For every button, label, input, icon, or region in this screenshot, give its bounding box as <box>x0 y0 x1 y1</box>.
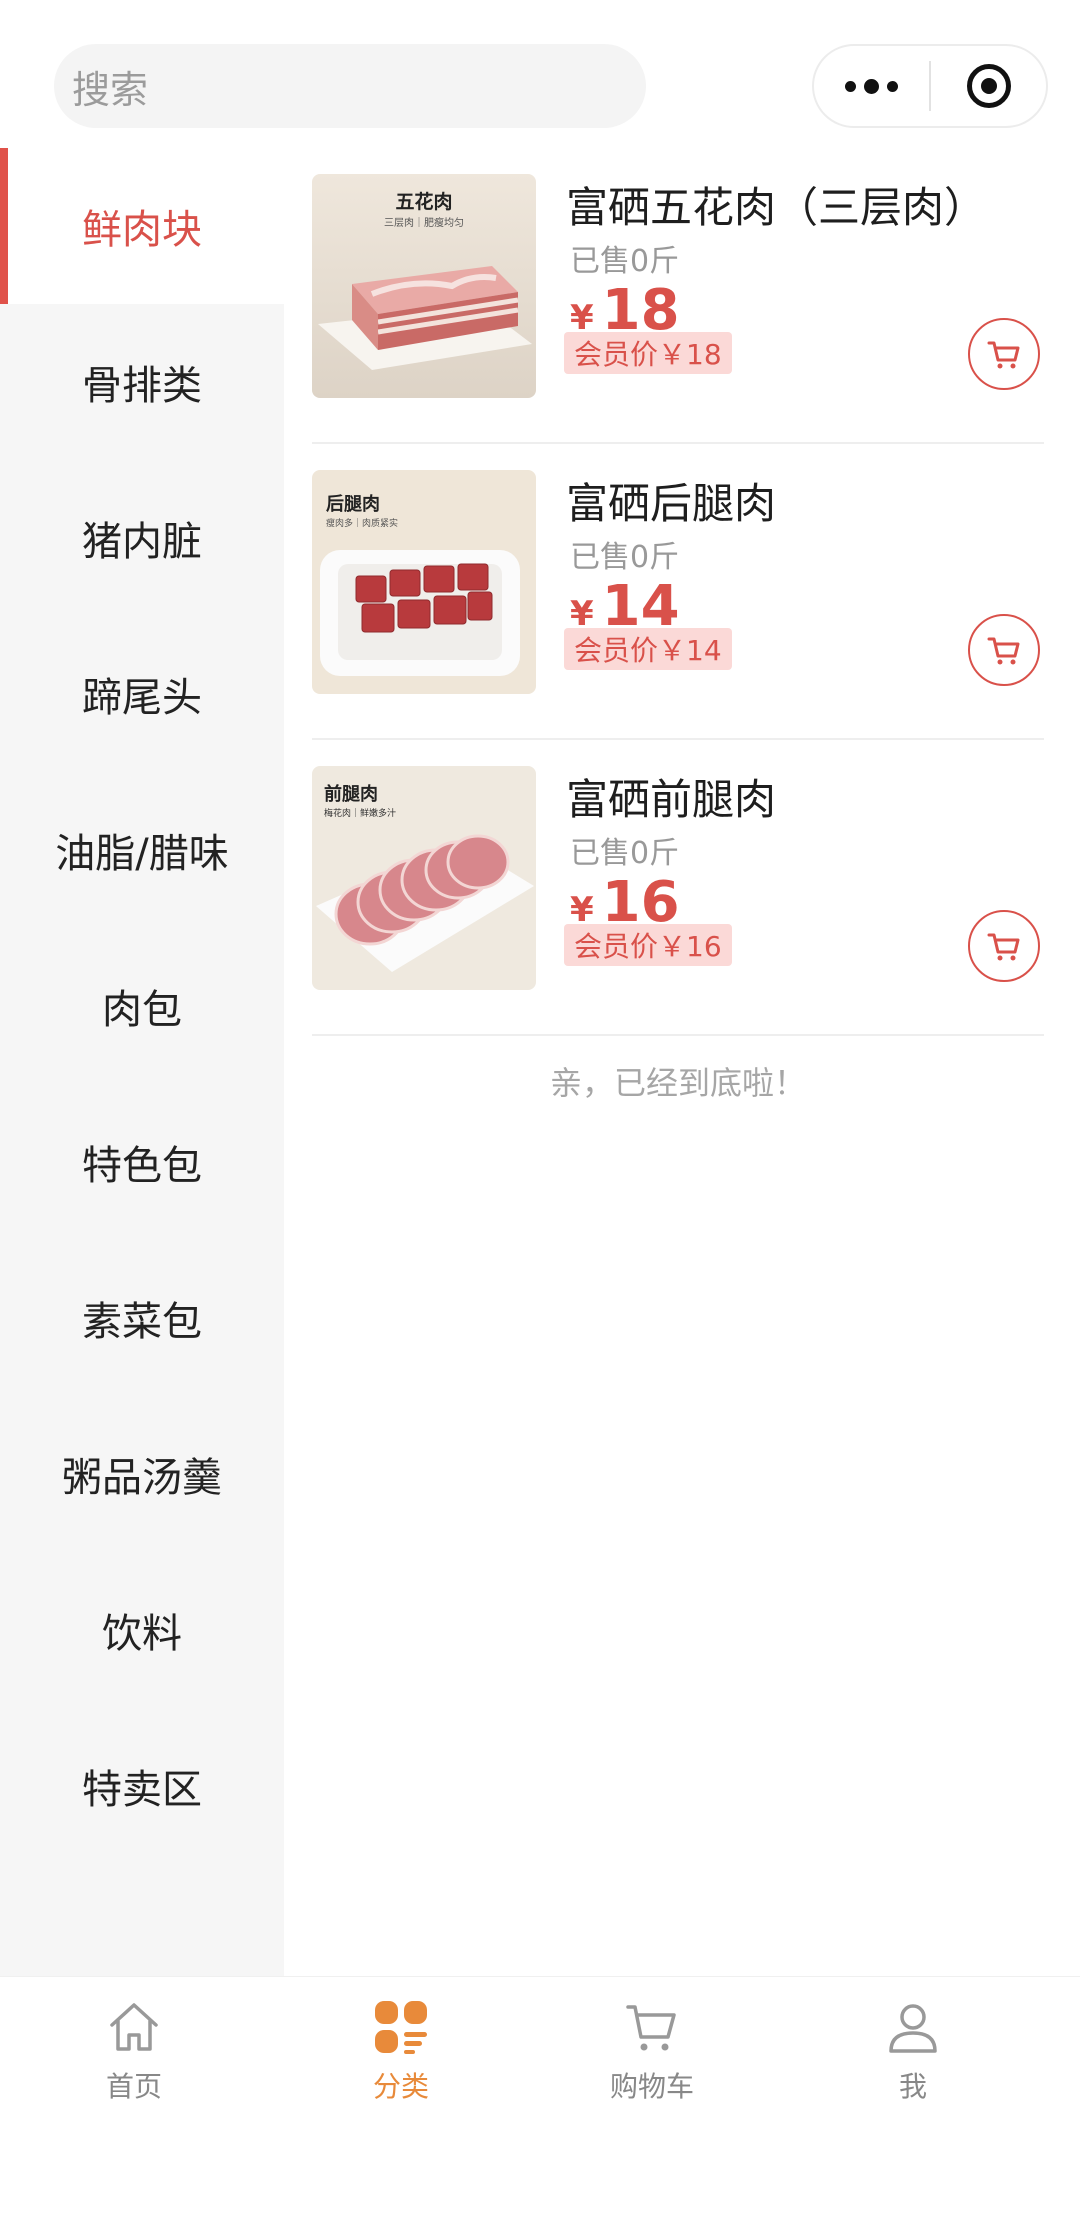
sidebar-item-drinks[interactable]: 饮料 <box>0 1552 284 1708</box>
close-mini-program-button[interactable] <box>931 44 1046 128</box>
member-price-badge: 会员价￥14 <box>564 628 732 670</box>
sidebar-item-ribs[interactable]: 骨排类 <box>0 304 284 460</box>
member-price-badge: 会员价￥16 <box>564 924 732 966</box>
sidebar-item-label: 猪内脏 <box>82 519 202 565</box>
sold-count: 已售0斤 <box>570 836 680 871</box>
cart-icon <box>987 637 1020 665</box>
sidebar-item-label: 肉包 <box>102 987 182 1033</box>
product-name: 富硒前腿肉 <box>566 775 777 824</box>
svg-text:瘦肉多｜肉质紧实: 瘦肉多｜肉质紧实 <box>326 517 398 529</box>
sidebar-item-trotters[interactable]: 蹄尾头 <box>0 616 284 772</box>
bottom-tab-bar: 首页 分类 购物车 我 <box>0 1976 1080 2234</box>
category-sidebar: 鲜肉块 骨排类 猪内脏 蹄尾头 油脂/腊味 肉包 特色包 素菜包 粥品汤羹 饮料… <box>0 148 284 1980</box>
more-dots-icon <box>845 78 898 94</box>
product-image[interactable]: 前腿肉 梅花肉｜鲜嫩多汁 <box>312 766 536 990</box>
home-icon <box>104 1997 164 2057</box>
sidebar-item-offal[interactable]: 猪内脏 <box>0 460 284 616</box>
sidebar-item-label: 粥品汤羹 <box>62 1455 222 1501</box>
member-price-badge: 会员价￥18 <box>564 332 732 374</box>
sold-count: 已售0斤 <box>570 244 680 279</box>
svg-text:后腿肉: 后腿肉 <box>326 493 380 515</box>
more-button[interactable] <box>814 44 929 128</box>
product-name: 富硒五花肉（三层肉） <box>566 183 987 232</box>
sidebar-item-meat-bun[interactable]: 肉包 <box>0 928 284 1084</box>
sold-count: 已售0斤 <box>570 540 680 575</box>
sidebar-item-fresh-meat[interactable]: 鲜肉块 <box>0 148 284 304</box>
add-to-cart-button[interactable] <box>968 910 1040 982</box>
svg-text:梅花肉｜鲜嫩多汁: 梅花肉｜鲜嫩多汁 <box>324 807 396 819</box>
sidebar-item-label: 饮料 <box>102 1611 182 1657</box>
tab-category[interactable]: 分类 <box>301 1997 501 2107</box>
tab-label: 购物车 <box>609 2070 694 2103</box>
search-placeholder: 搜索 <box>72 67 149 112</box>
product-card[interactable]: 前腿肉 梅花肉｜鲜嫩多汁 富硒前腿肉 已售0斤 ¥16 会员价￥16 <box>312 740 1044 1036</box>
svg-text:五花肉: 五花肉 <box>395 190 452 213</box>
sidebar-item-label: 蹄尾头 <box>82 675 202 721</box>
sidebar-item-lard-cured[interactable]: 油脂/腊味 <box>0 772 284 928</box>
add-to-cart-button[interactable] <box>968 318 1040 390</box>
tab-cart[interactable]: 购物车 <box>552 1997 752 2107</box>
sidebar-item-veg-bun[interactable]: 素菜包 <box>0 1240 284 1396</box>
tab-home[interactable]: 首页 <box>34 1997 234 2107</box>
svg-text:前腿肉: 前腿肉 <box>324 783 378 805</box>
cart-icon <box>622 1997 682 2057</box>
tab-me[interactable]: 我 <box>813 1997 1013 2107</box>
cart-icon <box>987 933 1020 961</box>
product-card[interactable]: 五花肉 三层肉｜肥瘦均匀 富硒五花肉（三层肉） 已售0斤 ¥18 会员价￥18 <box>312 148 1044 444</box>
list-end-text: 亲，已经到底啦！ <box>549 1064 806 1102</box>
sidebar-item-label: 鲜肉块 <box>82 207 202 253</box>
cart-icon <box>987 341 1020 369</box>
svg-text:三层肉｜肥瘦均匀: 三层肉｜肥瘦均匀 <box>384 216 464 229</box>
tab-label: 分类 <box>372 2070 429 2103</box>
sidebar-item-label: 素菜包 <box>82 1299 202 1345</box>
add-to-cart-button[interactable] <box>968 614 1040 686</box>
product-image[interactable]: 五花肉 三层肉｜肥瘦均匀 <box>312 174 536 398</box>
target-circle-icon <box>966 64 1011 108</box>
sidebar-item-label: 油脂/腊味 <box>55 831 229 877</box>
search-input[interactable]: 搜索 <box>54 44 646 128</box>
sidebar-item-label: 骨排类 <box>82 363 202 409</box>
sidebar-item-label: 特色包 <box>82 1143 202 1189</box>
tab-label: 我 <box>898 2070 927 2103</box>
sidebar-item-porridge-soup[interactable]: 粥品汤羹 <box>0 1396 284 1552</box>
tab-label: 首页 <box>105 2070 162 2103</box>
mini-program-capsule <box>812 44 1048 128</box>
product-name: 富硒后腿肉 <box>566 479 777 528</box>
product-card[interactable]: 后腿肉 瘦肉多｜肉质紧实 富硒后腿肉 已售0斤 ¥14 会员价￥14 <box>312 444 1044 740</box>
sidebar-item-label: 特卖区 <box>82 1767 202 1813</box>
top-bar: 搜索 <box>0 0 1080 150</box>
product-image[interactable]: 后腿肉 瘦肉多｜肉质紧实 <box>312 470 536 694</box>
user-icon <box>883 1997 943 2057</box>
sidebar-item-special-bun[interactable]: 特色包 <box>0 1084 284 1240</box>
category-icon <box>371 1997 431 2057</box>
sidebar-item-special-sale[interactable]: 特卖区 <box>0 1708 284 1864</box>
